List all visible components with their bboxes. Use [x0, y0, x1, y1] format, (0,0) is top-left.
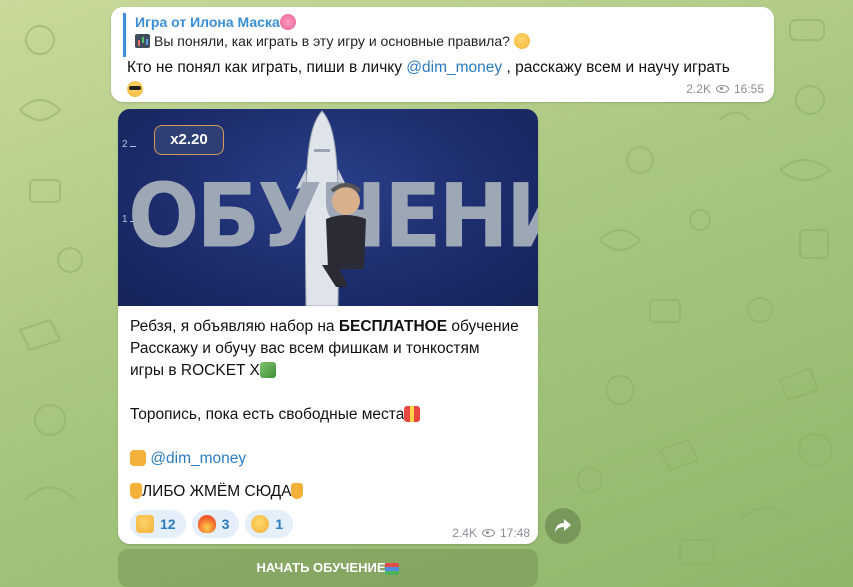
- reaction-count: 1: [275, 516, 284, 532]
- post-line3: игры в ROCKET X: [130, 362, 260, 379]
- person-illustration: [322, 183, 366, 287]
- pointing-down-icon: [130, 483, 142, 499]
- money-wings-icon: [259, 362, 276, 378]
- message1-text-part2: , расскажу всем и научу играть: [502, 59, 730, 76]
- reply-text-content: Вы поняли, как играть в эту игру и основ…: [154, 33, 510, 49]
- empty-line: [130, 382, 530, 404]
- reaction-count: 3: [221, 516, 230, 532]
- reply-title: Игра от Илона Маска: [135, 13, 762, 31]
- message-time: 17:48: [499, 526, 530, 540]
- views-count: 2.2K: [686, 82, 711, 96]
- eye-icon: [481, 529, 495, 537]
- message1-text: Кто не понял как играть, пиши в личку @d…: [127, 57, 767, 101]
- cta-line: ЛИБО ЖМЁМ СЮДА: [130, 483, 304, 501]
- pointing-right-icon: [130, 450, 146, 466]
- multiplier-badge: x2.20: [154, 125, 224, 155]
- mention-link[interactable]: @dim_money: [406, 59, 502, 76]
- eye-icon: [715, 85, 729, 93]
- reply-quote[interactable]: Игра от Илона Маска Вы поняли, как играт…: [123, 13, 762, 57]
- post-text: Ребзя, я объявляю набор на БЕСПЛАТНОЕ об…: [130, 316, 530, 470]
- message-bubble-2: 2 1 x2.20 ОБУЧЕНИЕ Ребзя, я объявляю наб…: [118, 109, 538, 544]
- axis-label-top: 2: [122, 139, 128, 150]
- message-bubble-1: Игра от Илона Маска Вы поняли, как играт…: [111, 7, 774, 102]
- message1-meta: 2.2K 16:55: [686, 82, 764, 96]
- thinking-face-icon: [513, 33, 530, 49]
- post-mention-link[interactable]: @dim_money: [150, 450, 246, 467]
- empty-line: [130, 426, 530, 448]
- brain-icon: [279, 14, 296, 30]
- bar-chart-icon: [135, 34, 150, 48]
- message2-meta: 2.4K 17:48: [452, 526, 530, 540]
- pointing-down-icon: [291, 483, 304, 499]
- reaction-thumbs-up[interactable]: 12: [130, 510, 186, 538]
- thinking-face-icon: [251, 515, 270, 533]
- reply-title-text: Игра от Илона Маска: [135, 14, 280, 30]
- reaction-thinking[interactable]: 1: [245, 510, 294, 538]
- gift-icon: [404, 406, 421, 422]
- message-time: 16:55: [733, 82, 764, 96]
- post-line2: Расскажу и обучу вас всем фишкам и тонко…: [130, 340, 480, 357]
- fire-icon: [197, 515, 216, 533]
- start-training-label: НАЧАТЬ ОБУЧЕНИЕ: [256, 560, 386, 575]
- books-icon: [385, 563, 400, 575]
- thumbs-up-icon: [136, 515, 154, 533]
- reactions-bar: 12 3 1: [130, 510, 294, 538]
- axis-label-bottom: 1: [122, 214, 128, 225]
- reaction-count: 12: [160, 516, 176, 532]
- post-line1-pre: Ребзя, я объявляю набор на: [130, 318, 339, 335]
- axis-tick: [130, 146, 136, 147]
- share-arrow-icon: [555, 519, 571, 533]
- reaction-fire[interactable]: 3: [191, 510, 240, 538]
- sunglasses-face-icon: [127, 81, 143, 97]
- message1-text-part1: Кто не понял как играть, пиши в личку: [127, 59, 407, 76]
- reply-text: Вы поняли, как играть в эту игру и основ…: [135, 31, 762, 51]
- cta-text: ЛИБО ЖМЁМ СЮДА: [142, 483, 292, 500]
- post-line1-post: обучение: [447, 318, 519, 335]
- start-training-button[interactable]: НАЧАТЬ ОБУЧЕНИЕ: [118, 549, 538, 587]
- views-count: 2.4K: [452, 526, 477, 540]
- post-line1-bold: БЕСПЛАТНОЕ: [338, 318, 448, 335]
- post-banner-image[interactable]: 2 1 x2.20 ОБУЧЕНИЕ: [118, 109, 538, 306]
- share-button[interactable]: [545, 508, 581, 544]
- post-line4: Торопись, пока есть свободные места: [130, 406, 405, 423]
